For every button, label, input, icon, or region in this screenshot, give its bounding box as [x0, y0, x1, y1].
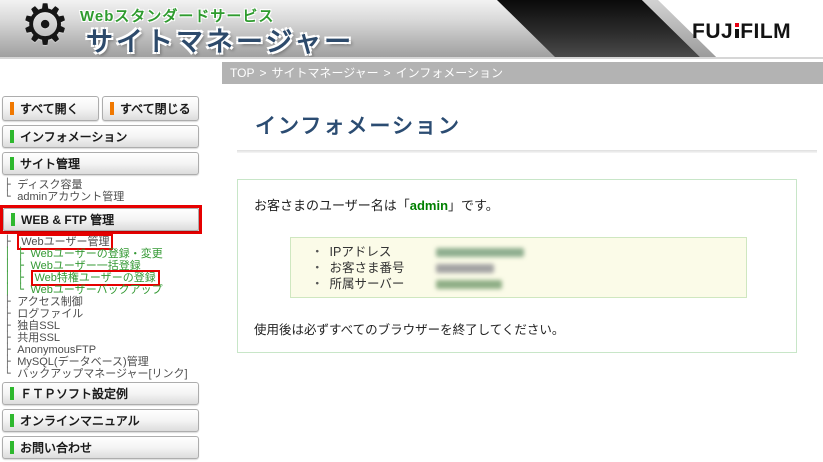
redacted-value-ip-address [435, 248, 524, 258]
green-accent-bar-icon [10, 441, 14, 454]
sidebar-item-label: adminアカウント管理 [17, 191, 125, 203]
redacted-value-customer-number [435, 264, 494, 274]
green-accent-bar-icon [11, 213, 15, 226]
sidebar-item-anonymous-ftp[interactable]: ├ AnonymousFTP [4, 344, 199, 357]
sidebar-item-own-ssl[interactable]: ├ 独自SSL [4, 320, 199, 333]
page-title: インフォメーション [255, 115, 461, 138]
sidebar-section-site-management[interactable]: サイト管理 [2, 152, 199, 175]
title-divider [237, 150, 817, 153]
sidebar-section-contact-label: お問い合わせ [20, 441, 93, 455]
orange-accent-bar-icon [110, 102, 114, 115]
tree-branch-icon: └ [4, 190, 18, 203]
username-line-prefix: お客さまのユーザー名は「 [254, 198, 410, 213]
sidebar-section-contact[interactable]: お問い合わせ [2, 436, 199, 459]
sidebar-item-label: バックアップマネージャー[リンク] [17, 368, 188, 380]
web-ftp-tree: ├ Webユーザー管理 │ ├ Webユーザーの登録・変更 │ ├ Webユーザ… [4, 234, 199, 381]
sidebar-item-label: ログファイル [17, 308, 84, 320]
info-label-assigned-server: 所属サーバー [329, 277, 405, 291]
sidebar-section-web-ftp-management[interactable]: WEB & FTP 管理 [3, 208, 199, 231]
green-accent-bar-icon [10, 414, 14, 427]
expand-all-label: すべて開く [20, 102, 79, 116]
info-row-customer-number: ・お客さま番号 [311, 260, 746, 276]
breadcrumb-separator: > [383, 66, 391, 80]
info-label-ip-address: IPアドレス [329, 245, 392, 259]
sidebar-item-label: MySQL(データベース)管理 [17, 356, 149, 368]
green-accent-bar-icon [10, 387, 14, 400]
info-row-assigned-server: ・所属サーバー [311, 276, 746, 292]
red-highlight-box-webftp: WEB & FTP 管理 [0, 205, 202, 234]
sidebar-menu: すべて開く すべて閉じる インフォメーション サイト管理 ├ ディスク容量 └ … [0, 96, 202, 462]
tree-branch-icon: └ [4, 367, 18, 380]
breadcrumb-separator: > [259, 66, 267, 80]
info-label-customer-number: お客さま番号 [329, 261, 405, 275]
fujifilm-logo: FUJ FILM [692, 20, 791, 44]
sidebar-section-information-label: インフォメーション [20, 130, 128, 144]
sidebar-item-web-user-management[interactable]: ├ Webユーザー管理 [4, 234, 199, 250]
sidebar-item-access-control[interactable]: ├ アクセス制御 [4, 296, 199, 309]
sidebar-section-ftp-soft-label: ＦＴＰソフト設定例 [20, 387, 129, 401]
sidebar-item-label: AnonymousFTP [17, 344, 97, 356]
sidebar-section-site-management-label: サイト管理 [20, 157, 81, 171]
sidebar-item-label: アクセス制御 [17, 296, 83, 308]
breadcrumb-item-sitemanager[interactable]: サイトマネージャー [271, 66, 378, 80]
sidebar-section-online-manual[interactable]: オンラインマニュアル [2, 409, 199, 432]
bullet-icon: ・ [311, 261, 324, 275]
username-value: admin [409, 198, 449, 213]
bullet-icon: ・ [311, 245, 324, 259]
header-divider [0, 57, 823, 59]
app-header: ⚙ Webスタンダードサービス サイトマネージャー FUJ FILM [0, 0, 823, 57]
account-info-box: ・ IPアドレス ・お客さま番号 ・所属サーバー [290, 237, 747, 298]
sidebar-section-information[interactable]: インフォメーション [2, 125, 199, 148]
sidebar-item-label: 共用SSL [17, 332, 61, 344]
collapse-all-button[interactable]: すべて閉じる [102, 96, 199, 121]
info-row-ip-address: ・ IPアドレス [311, 244, 746, 260]
sidebar-item-label: Webユーザーバックアップ [30, 284, 163, 296]
sidebar-item-web-privileged-user-register[interactable]: │ ├ Web特権ユーザーの登録 [4, 270, 199, 286]
username-line-suffix: 」です。 [448, 198, 499, 213]
browser-close-note: 使用後は必ずすべてのブラウザーを終了してください。 [254, 323, 565, 337]
sidebar-item-web-user-backup[interactable]: │ └ Webユーザーバックアップ [4, 284, 199, 297]
orange-accent-bar-icon [10, 102, 14, 115]
gear-icon: ⚙ [20, 0, 71, 56]
breadcrumb-item-top[interactable]: TOP [230, 66, 254, 80]
username-line: お客さまのユーザー名は「admin」です。 [254, 195, 499, 214]
fujifilm-logo-left: FUJ [692, 20, 734, 43]
app-title: サイトマネージャー [86, 27, 355, 57]
sidebar-item-admin-account[interactable]: └ adminアカウント管理 [4, 190, 199, 204]
green-accent-bar-icon [10, 157, 14, 170]
information-panel: お客さまのユーザー名は「admin」です。 ・ IPアドレス ・お客さま番号 ・所… [237, 179, 797, 353]
redacted-value-assigned-server [435, 280, 502, 290]
green-accent-bar-icon [10, 130, 14, 143]
breadcrumb-item-information: インフォメーション [395, 66, 504, 80]
sidebar-section-web-ftp-label: WEB & FTP 管理 [21, 213, 115, 227]
sidebar-item-label: ディスク容量 [17, 179, 83, 191]
fujifilm-logo-right: FILM [740, 20, 792, 43]
sidebar-item-label: 独自SSL [17, 320, 61, 332]
breadcrumb: TOP > サイトマネージャー > インフォメーション [222, 62, 823, 84]
sidebar-item-disk-usage[interactable]: ├ ディスク容量 [4, 179, 199, 192]
sidebar-item-web-user-register[interactable]: │ ├ Webユーザーの登録・変更 [4, 248, 199, 261]
fujifilm-logo-i-dot [734, 23, 739, 38]
site-management-tree: ├ ディスク容量 └ adminアカウント管理 [4, 179, 199, 204]
collapse-all-label: すべて閉じる [120, 102, 191, 116]
bullet-icon: ・ [311, 277, 324, 291]
sidebar-section-online-manual-label: オンラインマニュアル [20, 414, 140, 428]
sidebar-section-ftp-soft-example[interactable]: ＦＴＰソフト設定例 [2, 382, 199, 405]
sidebar-item-log-file[interactable]: ├ ログファイル [4, 308, 199, 321]
sidebar-item-label: Webユーザーの登録・変更 [30, 248, 163, 260]
sidebar-item-backup-manager-link[interactable]: └ バックアップマネージャー[リンク] [4, 367, 199, 381]
expand-all-button[interactable]: すべて開く [2, 96, 99, 121]
sidebar-item-mysql-management[interactable]: ├ MySQL(データベース)管理 [4, 356, 199, 369]
sidebar-item-shared-ssl[interactable]: ├ 共用SSL [4, 332, 199, 345]
